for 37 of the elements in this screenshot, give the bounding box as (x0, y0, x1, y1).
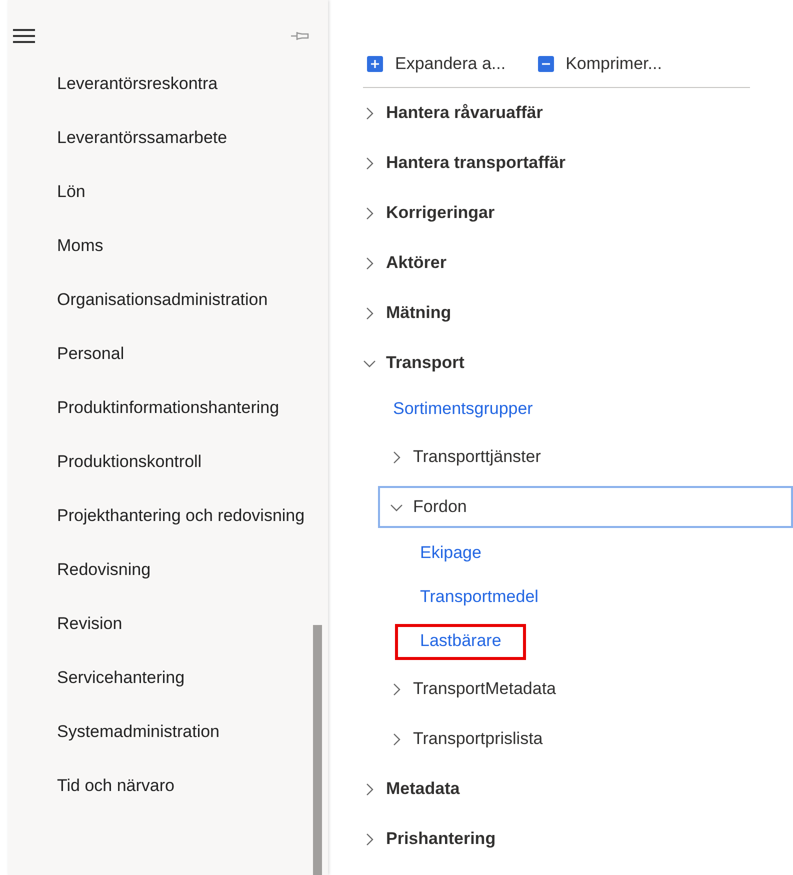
nav-item[interactable]: Produktinformationshantering (57, 394, 312, 420)
nav-item[interactable]: Tid och närvaro (57, 772, 312, 798)
tree-link[interactable]: Ekipage (395, 536, 506, 572)
nav-item[interactable]: Systemadministration (57, 718, 312, 744)
tree-link[interactable]: Sortimentsgrupper (368, 392, 558, 428)
nav-item[interactable]: Revision (57, 610, 312, 636)
plus-square-icon (367, 56, 383, 72)
nav-item[interactable]: Leverantörssamarbete (57, 124, 312, 150)
nav-item[interactable]: Projekthantering och redovisning (57, 502, 312, 528)
tree-group-item[interactable]: Aktörer (351, 242, 793, 284)
menu-icon[interactable] (13, 28, 35, 44)
nav-item[interactable]: Leverantörsreskontra (57, 70, 312, 96)
nav-item[interactable]: Moms (57, 232, 312, 258)
tree-group-item[interactable]: Mätning (351, 292, 793, 334)
nav-item[interactable]: Lön (57, 178, 312, 204)
pin-icon[interactable] (290, 30, 310, 42)
tree-group-item[interactable]: Metadata (351, 768, 793, 810)
tree-group-item[interactable]: Transport (351, 342, 793, 384)
tree-group-item[interactable]: Korrigeringar (351, 192, 793, 234)
tree-group-item[interactable]: Hantera transportaffär (351, 142, 793, 184)
expand-all-button[interactable]: Expandera a... (363, 54, 506, 74)
tree-group-item[interactable]: TransportMetadata (378, 668, 793, 710)
nav-item[interactable]: Personal (57, 340, 312, 366)
tree-group-item[interactable]: Hantera råvaruaffär (351, 92, 793, 134)
tree-link[interactable]: Transportmedel (395, 580, 564, 616)
nav-item[interactable]: Organisationsadministration (57, 286, 312, 312)
minus-square-icon (538, 56, 554, 72)
tree-group-item[interactable]: Transporttjänster (378, 436, 793, 478)
nav-item[interactable]: Redovisning (57, 556, 312, 582)
nav-item[interactable]: Produktionskontroll (57, 448, 312, 474)
tree-group-item[interactable]: Transportprislista (378, 718, 793, 760)
tree-group-item[interactable]: Prishantering (351, 818, 793, 860)
tree-link[interactable]: Lastbärare (395, 624, 526, 660)
tree-group-item[interactable]: Fordon (378, 486, 793, 528)
scrollbar-thumb[interactable] (313, 625, 322, 875)
nav-item[interactable]: Servicehantering (57, 664, 312, 690)
collapse-all-button[interactable]: Komprimer... (534, 54, 662, 74)
